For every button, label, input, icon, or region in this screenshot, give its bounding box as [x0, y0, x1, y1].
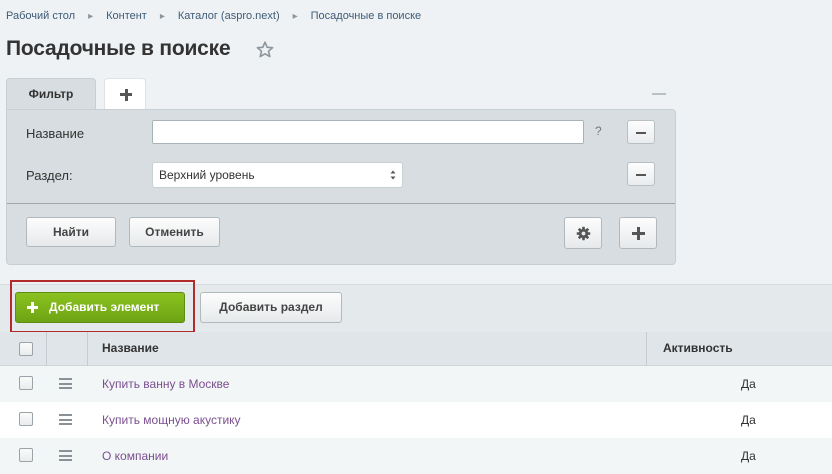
chevron-right-icon: ▸: [159, 10, 165, 22]
row-active: Да: [741, 377, 756, 391]
name-field[interactable]: [152, 120, 584, 144]
menu-icon[interactable]: [59, 378, 72, 389]
row-active: Да: [741, 413, 756, 427]
minus-icon: [636, 131, 646, 134]
column-header-name[interactable]: Название: [102, 341, 159, 355]
add-element-label: Добавить элемент: [49, 300, 160, 314]
menu-icon[interactable]: [59, 414, 72, 425]
plus-icon: [27, 302, 38, 313]
column-header-active[interactable]: Активность: [663, 341, 733, 355]
section-select[interactable]: Верхний уровень: [152, 162, 403, 188]
help-icon[interactable]: ?: [595, 124, 602, 138]
select-all-checkbox[interactable]: [19, 342, 33, 356]
filter-settings-button[interactable]: [564, 217, 602, 249]
minus-icon: [636, 173, 646, 176]
row-active: Да: [741, 449, 756, 463]
row-checkbox[interactable]: [19, 376, 33, 390]
row-checkbox[interactable]: [19, 412, 33, 426]
row-name-link[interactable]: О компании: [102, 449, 168, 463]
chevron-right-icon: ▸: [88, 10, 94, 22]
collapse-filter-icon[interactable]: [652, 93, 666, 95]
column-divider: [87, 332, 88, 366]
find-button[interactable]: Найти: [26, 217, 116, 247]
breadcrumb-item[interactable]: Рабочий стол: [6, 10, 75, 22]
column-divider: [646, 332, 647, 366]
table-row: Купить мощную акустику Да: [0, 402, 832, 438]
gear-icon: [576, 226, 591, 241]
remove-section-field-button[interactable]: [627, 162, 655, 186]
column-divider: [46, 332, 47, 366]
breadcrumb-item[interactable]: Контент: [106, 10, 147, 22]
add-element-button[interactable]: Добавить элемент: [15, 292, 185, 323]
breadcrumb: Рабочий стол ▸ Контент ▸ Каталог (aspro.…: [6, 8, 421, 24]
plus-icon: [632, 227, 645, 240]
star-icon[interactable]: [255, 40, 275, 60]
cancel-button[interactable]: Отменить: [129, 217, 220, 247]
add-section-button[interactable]: Добавить раздел: [200, 292, 342, 323]
name-field-label: Название: [26, 126, 85, 141]
row-checkbox[interactable]: [19, 448, 33, 462]
add-filter-field-button[interactable]: [619, 217, 657, 249]
chevron-right-icon: ▸: [292, 10, 298, 22]
breadcrumb-item[interactable]: Посадочные в поиске: [311, 10, 422, 22]
remove-name-field-button[interactable]: [627, 120, 655, 144]
divider: [7, 203, 675, 204]
section-field-label: Раздел:: [26, 168, 73, 183]
row-name-link[interactable]: Купить мощную акустику: [102, 413, 241, 427]
page-title: Посадочные в поиске: [6, 37, 231, 60]
menu-icon[interactable]: [59, 450, 72, 461]
table-row: О компании Да: [0, 438, 832, 474]
select-arrows-icon: [390, 170, 396, 180]
row-name-link[interactable]: Купить ванну в Москве: [102, 377, 229, 391]
tab-filter[interactable]: Фильтр: [6, 78, 96, 110]
breadcrumb-item[interactable]: Каталог (aspro.next): [178, 10, 280, 22]
section-select-value: Верхний уровень: [159, 168, 255, 182]
table-row: Купить ванну в Москве Да: [0, 366, 832, 402]
add-filter-tab-button[interactable]: [104, 78, 146, 110]
